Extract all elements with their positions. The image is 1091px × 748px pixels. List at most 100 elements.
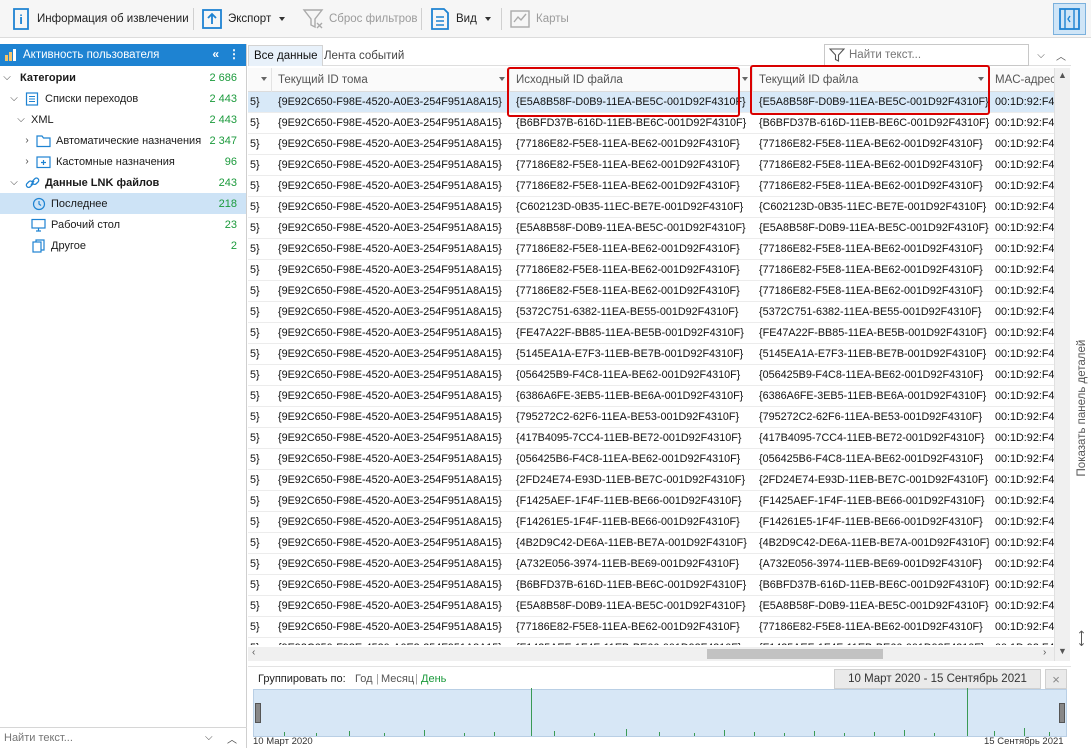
tree-item-lnk-data[interactable]: ⌵ Данные LNK файлов 243 (0, 172, 246, 193)
tree-item-categories[interactable]: ⌵ Категории 2 686 (0, 67, 246, 88)
timeline-histogram[interactable] (253, 688, 1067, 737)
tree-item-other[interactable]: Другое 2 (0, 235, 246, 256)
source-file-id-cell: {5372C751-6382-11EA-BE55-001D92F4310F} (516, 306, 739, 318)
panel-menu-icon[interactable]: ⋮ (228, 47, 240, 61)
row-prefix-cell: 5} (250, 432, 260, 444)
extraction-info-button[interactable]: i Информация об извлечении (10, 3, 189, 34)
scroll-right-icon[interactable]: › (1043, 647, 1046, 658)
panel-layout-icon (1059, 8, 1080, 30)
volume-id-cell: {9E92C650-F98E-4520-A0E3-254F951A8A15} (278, 243, 502, 255)
table-row[interactable]: 5}{9E92C650-F98E-4520-A0E3-254F951A8A15}… (248, 428, 1054, 449)
table-row[interactable]: 5}{9E92C650-F98E-4520-A0E3-254F951A8A15}… (248, 617, 1054, 638)
table-row[interactable]: 5}{9E92C650-F98E-4520-A0E3-254F951A8A15}… (248, 491, 1054, 512)
table-row[interactable]: 5}{9E92C650-F98E-4520-A0E3-254F951A8A15}… (248, 134, 1054, 155)
panel-header: Активность пользователя « ⋮ (0, 44, 246, 66)
table-row[interactable]: 5}{9E92C650-F98E-4520-A0E3-254F951A8A15}… (248, 533, 1054, 554)
tree-item-label: Рабочий стол (51, 218, 121, 231)
show-details-panel-tab[interactable]: ⟷ Показать панель деталей (1073, 88, 1091, 748)
group-by-label: Группировать по: (258, 673, 346, 685)
table-row[interactable]: 5}{9E92C650-F98E-4520-A0E3-254F951A8A15}… (248, 218, 1054, 239)
table-row[interactable]: 5}{9E92C650-F98E-4520-A0E3-254F951A8A15}… (248, 260, 1054, 281)
tree-item-jump-lists[interactable]: ⌵ Списки переходов 2 443 (0, 88, 246, 109)
scroll-thumb[interactable] (707, 649, 883, 659)
table-row[interactable]: 5}{9E92C650-F98E-4520-A0E3-254F951A8A15}… (248, 407, 1054, 428)
chevron-right-icon[interactable]: › (22, 156, 32, 167)
table-row[interactable]: 5}{9E92C650-F98E-4520-A0E3-254F951A8A15}… (248, 596, 1054, 617)
group-option-day[interactable]: День (421, 673, 446, 685)
table-row[interactable]: 5}{9E92C650-F98E-4520-A0E3-254F951A8A15}… (248, 449, 1054, 470)
view-button[interactable]: Вид (429, 3, 491, 34)
chevron-down-icon[interactable]: ⌵ (9, 177, 19, 188)
table-row[interactable]: 5}{9E92C650-F98E-4520-A0E3-254F951A8A15}… (248, 239, 1054, 260)
table-row[interactable]: 5}{9E92C650-F98E-4520-A0E3-254F951A8A15}… (248, 323, 1054, 344)
row-prefix-cell: 5} (250, 516, 260, 528)
table-row[interactable]: 5}{9E92C650-F98E-4520-A0E3-254F951A8A15}… (248, 344, 1054, 365)
tab-event-feed[interactable]: Лента событий (319, 45, 409, 66)
volume-id-cell: {9E92C650-F98E-4520-A0E3-254F951A8A15} (278, 390, 502, 402)
timeline-end-handle[interactable] (1059, 703, 1065, 723)
chevron-right-icon[interactable]: › (22, 135, 32, 146)
volume-id-cell: {9E92C650-F98E-4520-A0E3-254F951A8A15} (278, 516, 502, 528)
layout-toggle-button[interactable] (1053, 3, 1086, 35)
collapse-panel-icon[interactable]: « (212, 47, 219, 61)
timeline-start-handle[interactable] (255, 703, 261, 723)
chevron-down-icon[interactable]: ⌵ (9, 93, 19, 104)
vertical-scrollbar[interactable]: ▲ ▼ (1054, 68, 1070, 661)
column-header-volume-id[interactable]: Текущий ID тома (272, 68, 510, 92)
group-option-year[interactable]: Год (355, 673, 373, 685)
chevron-down-icon[interactable]: ⌵ (16, 114, 26, 125)
left-search-input[interactable] (0, 732, 190, 744)
source-file-id-cell: {F1425AEF-1F4F-11EB-BE66-001D92F4310F} (510, 638, 753, 645)
mac-address-cell: 00:1D:92:F4 (995, 348, 1054, 360)
chevron-up-icon[interactable]: ︿ (227, 731, 237, 746)
table-row[interactable]: 5} {9E92C650-F98E-4520-A0E3-254F951A8A15}… (248, 281, 1054, 302)
current-file-id-cell: {2FD24E74-E93D-11EB-BE7C-001D92F4310F} (759, 474, 989, 486)
table-row[interactable]: 5}{9E92C650-F98E-4520-A0E3-254F951A8A15}… (248, 575, 1054, 596)
chevron-down-icon[interactable]: ⌵ (1031, 44, 1051, 66)
tree-item-xml[interactable]: ⌵ XML 2 443 (0, 109, 246, 130)
scroll-left-icon[interactable]: ‹ (252, 647, 255, 658)
table-row[interactable]: 5} {9E92C650-F98E-4520-A0E3-254F951A8A15}… (248, 512, 1054, 533)
mac-address-cell: 00:1D:92:F4 (995, 96, 1054, 108)
mac-address-cell: 00:1D:92:F4 (995, 201, 1054, 213)
close-icon[interactable]: × (1045, 669, 1067, 689)
info-document-icon: i (10, 7, 32, 31)
grid-search-input[interactable] (849, 49, 1019, 61)
scroll-down-icon[interactable]: ▼ (1058, 646, 1067, 656)
column-header-mac-address[interactable]: MAC-адрес (989, 68, 1054, 92)
chevron-down-icon[interactable]: ⌵ (2, 72, 12, 83)
tree-item-recent[interactable]: Последнее 218 (0, 193, 246, 214)
table-row[interactable]: 5}{9E92C650-F98E-4520-A0E3-254F951A8A15}… (248, 155, 1054, 176)
tab-all-data[interactable]: Все данные (248, 45, 324, 66)
group-option-month[interactable]: Месяц (381, 673, 414, 685)
tree-item-desktop[interactable]: Рабочий стол 23 (0, 214, 246, 235)
table-row[interactable]: 5}{9E92C650-F98E-4520-A0E3-254F951A8A15}… (248, 302, 1054, 323)
volume-id-cell: {9E92C650-F98E-4520-A0E3-254F951A8A15} (278, 285, 502, 297)
chevron-up-icon[interactable]: ︿ (1051, 44, 1071, 66)
timeline-tick (626, 729, 627, 736)
table-row[interactable]: 5}{9E92C650-F98E-4520-A0E3-254F951A8A15}… (248, 554, 1054, 575)
date-range-display[interactable]: 10 Март 2020 - 15 Сентябрь 2021 (834, 669, 1041, 689)
table-row[interactable]: 5}{9E92C650-F98E-4520-A0E3-254F951A8A15}… (248, 365, 1054, 386)
volume-id-cell: {9E92C650-F98E-4520-A0E3-254F951A8A15} (278, 369, 502, 381)
source-file-id-cell: {4B2D9C42-DE6A-11EB-BE7A-001D92F4310F} (516, 537, 747, 549)
current-file-id-cell: {417B4095-7CC4-11EB-BE72-001D92F4310F} (759, 432, 985, 444)
row-expander-header[interactable] (248, 68, 272, 92)
horizontal-scrollbar[interactable]: ‹ › (248, 647, 1054, 661)
table-row[interactable]: 5}{9E92C650-F98E-4520-A0E3-254F951A8A15}… (248, 470, 1054, 491)
maps-button[interactable]: Карты (509, 3, 569, 34)
table-row[interactable]: 5}{9E92C650-F98E-4520-A0E3-254F951A8A15}… (248, 197, 1054, 218)
scroll-up-icon[interactable]: ▲ (1058, 70, 1067, 80)
toolbar: i Информация об извлечении Экспорт Сброс… (0, 0, 1091, 38)
mac-address-cell: 00:1D:92:F4 (995, 474, 1054, 486)
export-button[interactable]: Экспорт (201, 3, 286, 34)
tree-item-custom-destinations[interactable]: › Кастомные назначения 96 (0, 151, 246, 172)
chevron-down-icon[interactable]: ⌵ (205, 732, 213, 743)
table-row[interactable]: 5}{9E92C650-F98E-4520-A0E3-254F951A8A15}… (248, 386, 1054, 407)
reset-filters-button[interactable]: Сброс фильтров (302, 3, 418, 34)
table-row[interactable]: 5}{9E92C650-F98E-4520-A0E3-254F951A8A15}… (248, 176, 1054, 197)
mac-address-cell: 00:1D:92:F4 (995, 138, 1054, 150)
row-prefix-cell: 5} (250, 285, 260, 297)
table-row[interactable]: 5}{9E92C650-F98E-4520-A0E3-254F951A8A15}… (248, 638, 1054, 645)
tree-item-auto-destinations[interactable]: › Автоматические назначения 2 347 (0, 130, 246, 151)
